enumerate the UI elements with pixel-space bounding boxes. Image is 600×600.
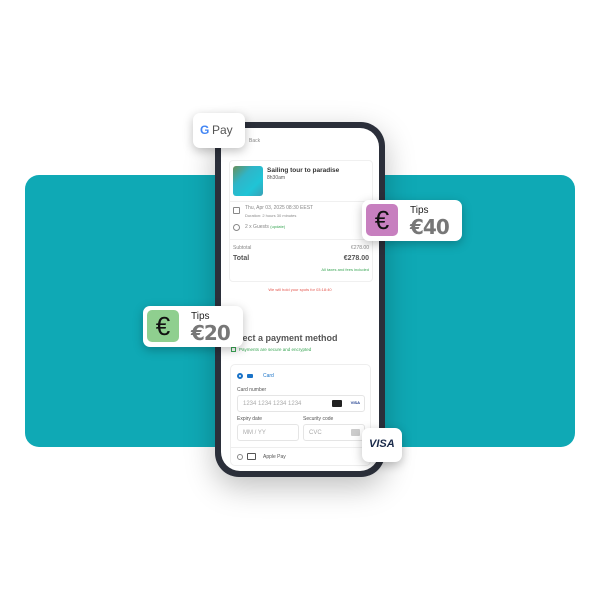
card-radio[interactable] — [237, 373, 243, 379]
payment-options: Card Card number 1234 1234 1234 1234 VIS… — [230, 364, 371, 466]
lock-icon — [231, 347, 236, 352]
google-g-logo: G — [200, 123, 210, 137]
cvc-label: Security code — [303, 416, 334, 422]
mastercard-icon — [332, 400, 342, 407]
booking-summary: Sailing tour to paradise 8h30am Thu, Apr… — [229, 160, 373, 282]
card-number-input[interactable]: 1234 1234 1234 1234 VISA — [237, 395, 365, 412]
visa-logo: VISA — [369, 438, 395, 450]
cvc-input[interactable]: CVC — [303, 424, 365, 441]
tour-title: Sailing tour to paradise — [267, 167, 340, 174]
secure-note: Payments are secure and encrypted — [239, 347, 312, 352]
cvc-card-icon — [351, 429, 360, 436]
visa-small-icon: VISA — [350, 400, 360, 405]
phone-mockup: Back Sailing tour to paradise 8h30am Thu… — [215, 122, 385, 477]
tour-date: Thu, Apr 03, 2025 08:30 EEST — [245, 205, 314, 211]
visa-badge: VISA — [362, 428, 402, 462]
guests-icon — [233, 224, 240, 231]
subtotal-label: Subtotal — [233, 245, 252, 251]
subtotal-value: €278.00 — [350, 245, 369, 251]
card-option-label[interactable]: Card — [263, 373, 274, 379]
card-icon — [247, 374, 253, 378]
taxes-note: All taxes and fees included — [321, 267, 369, 272]
guests-count: 2 x Guests — [245, 224, 269, 230]
apple-pay-radio[interactable] — [237, 454, 243, 460]
euro-icon: € — [147, 310, 179, 342]
hold-timer: We will hold your spots for 03:18:40 — [268, 287, 332, 292]
update-guests-link[interactable]: (update) — [270, 224, 285, 229]
tips-value: €20 — [191, 321, 231, 345]
tips-40-card: € Tips €40 — [362, 200, 462, 241]
tips-value: €40 — [410, 215, 450, 239]
tour-time: 8h30am — [267, 175, 286, 181]
apple-pay-label[interactable]: Apple Pay — [263, 454, 286, 460]
total-value: €278.00 — [343, 255, 369, 262]
calendar-icon — [233, 207, 240, 214]
google-pay-badge: G Pay — [193, 113, 245, 148]
apple-pay-icon — [247, 453, 256, 460]
tour-duration: Duration: 2 hours 30 minutes — [245, 213, 297, 218]
tour-thumbnail — [233, 166, 263, 196]
tips-20-card: € Tips €20 — [143, 306, 243, 347]
total-label: Total — [233, 255, 250, 262]
card-number-label: Card number — [237, 387, 267, 393]
back-link[interactable]: Back — [249, 138, 260, 144]
phone-screen: Back Sailing tour to paradise 8h30am Thu… — [221, 128, 379, 471]
payment-title: Select a payment method — [229, 333, 338, 343]
euro-icon: € — [366, 204, 398, 236]
expiry-label: Expiry date — [237, 416, 263, 422]
expiry-input[interactable]: MM / YY — [237, 424, 299, 441]
